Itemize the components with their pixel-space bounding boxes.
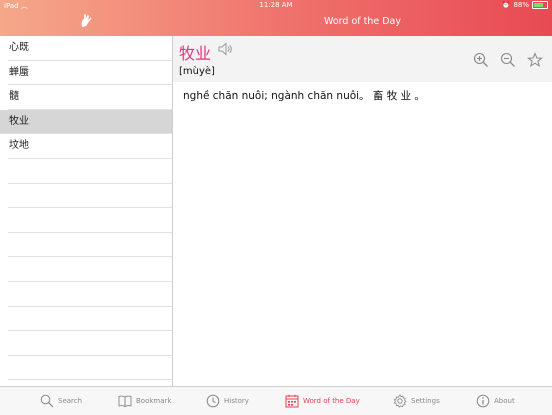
entry-word: 牧业	[179, 44, 212, 63]
status-right: ⏰ 88%	[502, 1, 548, 9]
list-item[interactable]: 坟地	[8, 134, 172, 159]
list-item[interactable]	[8, 282, 172, 307]
app-logo-icon[interactable]	[78, 13, 94, 29]
tab-label: About	[494, 397, 515, 405]
list-item[interactable]: 髓	[8, 85, 172, 110]
page-title: Word of the Day	[324, 16, 401, 27]
gear-icon	[393, 394, 407, 408]
list-item[interactable]: 心既	[8, 36, 172, 61]
list-item[interactable]	[8, 159, 172, 184]
tab-label: Bookmark	[136, 397, 172, 405]
tab-label: Word of the Day	[303, 397, 360, 405]
book-icon	[118, 395, 132, 408]
tab-label: Settings	[411, 397, 440, 405]
tab-history[interactable]: History	[206, 393, 249, 409]
tab-bar: Search Bookmark History Word of the Day	[0, 386, 552, 415]
zoom-in-icon[interactable]	[473, 52, 489, 68]
list-item[interactable]	[8, 331, 172, 356]
list-item-selected[interactable]: 牧业	[0, 109, 172, 135]
word-list: 心既 蝉蜃 髓 牧业 坟地	[0, 36, 173, 386]
tab-label: History	[224, 397, 249, 405]
entry-pinyin: [mùyè]	[179, 66, 215, 77]
speaker-icon[interactable]	[218, 42, 234, 56]
entry-panel: 牧业 [mùyè] nghề chăn nuôi; ngành chăn nuô…	[173, 36, 552, 386]
tab-label: Search	[58, 397, 83, 405]
list-item[interactable]	[8, 257, 172, 282]
list-item[interactable]	[8, 307, 172, 332]
entry-meaning: nghề chăn nuôi; ngành chăn nuôi。 畜 牧 业 。	[183, 90, 425, 102]
list-item[interactable]	[8, 356, 172, 381]
star-icon[interactable]	[527, 52, 543, 68]
battery-icon	[532, 1, 548, 9]
entry-header: 牧业 [mùyè]	[173, 36, 552, 82]
search-icon	[40, 394, 54, 408]
tab-search[interactable]: Search	[40, 393, 82, 409]
tab-word-of-the-day[interactable]: Word of the Day	[285, 393, 360, 409]
list-item[interactable]	[8, 233, 172, 258]
list-item[interactable]: 蝉蜃	[8, 61, 172, 86]
list-item[interactable]	[8, 208, 172, 233]
battery-percent: 88%	[513, 1, 529, 9]
list-item[interactable]	[8, 184, 172, 209]
tab-about[interactable]: About	[476, 393, 515, 409]
clock-icon	[206, 394, 220, 408]
zoom-out-icon[interactable]	[500, 52, 516, 68]
info-icon	[476, 394, 490, 408]
header-bar: iPad ︵ 11:28 AM ⏰ 88% Word of the Day	[0, 0, 552, 36]
tab-bookmark[interactable]: Bookmark	[118, 393, 171, 409]
alarm-icon: ⏰	[501, 1, 511, 9]
status-time: 11:28 AM	[259, 1, 293, 9]
calendar-icon	[285, 394, 299, 408]
tab-settings[interactable]: Settings	[393, 393, 440, 409]
